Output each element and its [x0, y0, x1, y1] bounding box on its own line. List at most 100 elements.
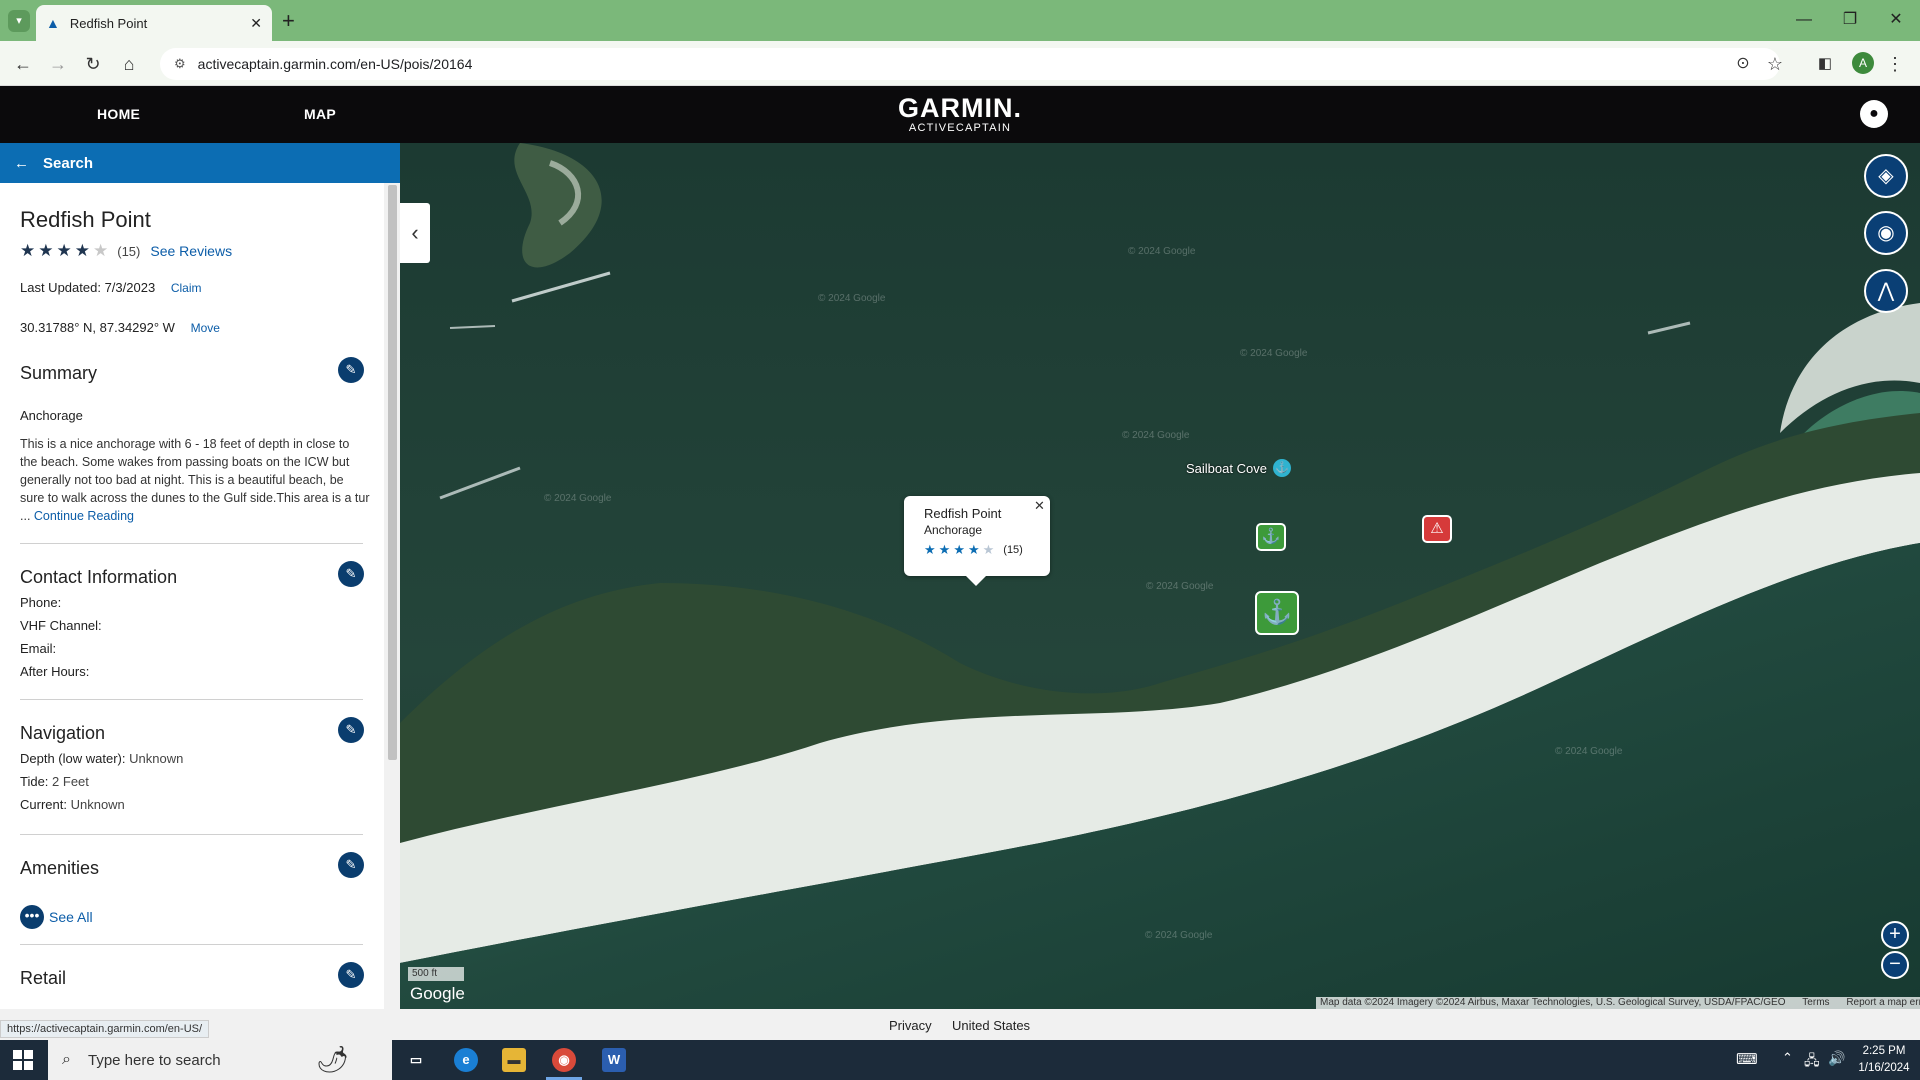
map-view[interactable]: © 2024 Google © 2024 Google © 2024 Googl… — [400, 143, 1920, 1009]
summary-type: Anchorage — [20, 408, 83, 423]
see-all-button[interactable]: ••• See All — [20, 905, 93, 929]
see-reviews-link[interactable]: See Reviews — [150, 243, 232, 259]
site-header: HOME MAP GARMIN. ACTIVECAPTAIN ● — [0, 86, 1920, 143]
plus-icon: + — [1889, 923, 1901, 945]
windows-start-icon[interactable] — [13, 1050, 33, 1070]
task-view-icon[interactable]: ▭ — [404, 1048, 428, 1072]
zoom-in-button[interactable]: + — [1881, 921, 1909, 949]
taskbar-search[interactable]: ⌕ Type here to search 🌶 — [48, 1040, 392, 1080]
logo-brand: GARMIN. — [898, 93, 1022, 123]
divider — [20, 699, 363, 700]
new-tab-icon[interactable]: + — [282, 8, 295, 34]
clock[interactable]: 2:25 PM 1/16/2024 — [1856, 1043, 1912, 1077]
vhf-label: VHF Channel: — [20, 618, 102, 633]
browser-toolbar: ← → ↻ ⌂ ⚙ activecaptain.garmin.com/en-US… — [0, 41, 1920, 86]
minus-icon: − — [1889, 953, 1901, 975]
location-icon[interactable]: ⊙ — [1730, 51, 1756, 77]
tray-chevron-icon[interactable]: ⌃ — [1782, 1050, 1793, 1066]
file-explorer-icon[interactable]: ▬ — [502, 1048, 526, 1072]
retail-title: Retail — [20, 968, 67, 988]
collapse-panel-button[interactable]: ‹ — [400, 203, 430, 263]
map-watermark: © 2024 Google — [1128, 246, 1196, 257]
scale-bar: 500 ft — [408, 967, 464, 981]
edit-contact-button[interactable]: ✎ — [338, 561, 364, 587]
network-icon[interactable]: 🖧 — [1804, 1050, 1820, 1074]
nav-map-link[interactable]: MAP — [304, 106, 336, 122]
hazard-marker[interactable]: ⚠ — [1422, 515, 1452, 543]
account-icon[interactable]: ● — [1860, 100, 1888, 128]
side-panel-icon[interactable]: ◧ — [1812, 51, 1838, 77]
windows-taskbar: ⌕ Type here to search 🌶 ▭ e ▬ ◉ W ⌨ ⌃ 🖧 … — [0, 1040, 1920, 1080]
compass-icon: ◉ — [1877, 222, 1895, 244]
close-window-icon[interactable]: ✕ — [1876, 8, 1916, 32]
move-link[interactable]: Move — [191, 321, 220, 335]
tide-value: 2 Feet — [52, 774, 89, 789]
back-icon[interactable]: ← — [10, 51, 36, 77]
privacy-link[interactable]: Privacy — [889, 1018, 932, 1033]
tab-list-icon[interactable]: ▾ — [8, 10, 30, 32]
star-filled-icon: ★ — [20, 241, 36, 260]
nav-home-link[interactable]: HOME — [97, 106, 140, 122]
tide-row: Tide: 2 Feet — [20, 774, 89, 789]
word-icon[interactable]: W — [602, 1048, 626, 1072]
forward-icon[interactable]: → — [45, 51, 71, 77]
map-watermark: © 2024 Google — [818, 293, 886, 304]
last-updated-label: Last Updated: — [20, 280, 101, 295]
edit-summary-button[interactable]: ✎ — [338, 357, 364, 383]
rating-row: ★ ★ ★ ★ ★ (15) See Reviews — [20, 241, 232, 261]
map-layers-button[interactable]: ◈ — [1864, 154, 1908, 198]
volume-icon[interactable]: 🔊 — [1828, 1050, 1845, 1067]
star-filled-icon: ★ — [967, 542, 980, 557]
reload-icon[interactable]: ↻ — [80, 51, 106, 77]
see-all-label: See All — [49, 909, 93, 925]
clock-date: 1/16/2024 — [1858, 1062, 1910, 1074]
pencil-icon: ✎ — [345, 967, 357, 982]
profile-avatar[interactable]: A — [1852, 52, 1874, 74]
logo-sub: ACTIVECAPTAIN — [908, 122, 1012, 134]
zoom-out-button[interactable]: − — [1881, 951, 1909, 979]
panel-scrollbar-thumb[interactable] — [388, 185, 397, 760]
contact-title: Contact Information — [20, 567, 178, 587]
edit-retail-button[interactable]: ✎ — [338, 962, 364, 988]
country-link[interactable]: United States — [952, 1018, 1030, 1033]
back-to-search-button[interactable]: ← Search — [0, 143, 400, 183]
divider — [20, 834, 363, 835]
satellite-imagery — [400, 143, 1920, 1009]
home-icon[interactable]: ⌂ — [116, 51, 142, 77]
browser-tab[interactable]: ▲ Redfish Point ✕ — [36, 5, 272, 41]
popup-close-icon[interactable]: ✕ — [1034, 498, 1045, 514]
report-map-error-link[interactable]: Report a map error — [1846, 997, 1920, 1008]
layers-icon: ◈ — [1878, 165, 1894, 187]
site-info-icon[interactable]: ⚙ — [174, 56, 186, 72]
sailboat-cove-label[interactable]: Sailboat Cove ⚓ — [1186, 459, 1291, 477]
bookmark-star-icon[interactable]: ☆ — [1762, 51, 1788, 77]
restore-icon[interactable]: ❐ — [1830, 8, 1870, 32]
marina-pin-icon: ⚓ — [1272, 459, 1291, 477]
edit-navigation-button[interactable]: ✎ — [338, 717, 364, 743]
anchorage-marker[interactable]: ⚓ — [1256, 523, 1286, 551]
browser-menu-icon[interactable]: ⋮ — [1882, 51, 1908, 77]
garmin-logo[interactable]: GARMIN. ACTIVECAPTAIN — [890, 94, 1030, 134]
compass-button[interactable]: ◉ — [1864, 211, 1908, 255]
last-updated-row: Last Updated: 7/3/2023 Claim — [20, 280, 201, 295]
address-bar[interactable]: ⚙ activecaptain.garmin.com/en-US/pois/20… — [160, 48, 1780, 80]
chrome-icon[interactable]: ◉ — [552, 1048, 576, 1072]
edit-amenities-button[interactable]: ✎ — [338, 852, 364, 878]
claim-link[interactable]: Claim — [171, 281, 202, 295]
minimize-icon[interactable]: — — [1784, 8, 1824, 32]
tab-close-icon[interactable]: ✕ — [250, 15, 262, 32]
star-empty-icon: ★ — [93, 241, 109, 260]
back-arrow-icon: ← — [14, 154, 29, 172]
sailboat-cove-text: Sailboat Cove — [1186, 460, 1267, 476]
anchorage-marker[interactable]: ⚓ — [1255, 591, 1299, 635]
after-hours-label: After Hours: — [20, 664, 90, 679]
keyboard-icon[interactable]: ⌨ — [1736, 1050, 1758, 1068]
star-empty-icon: ★ — [982, 542, 995, 557]
route-tool-button[interactable]: ⋀ — [1864, 269, 1908, 313]
pepper-search-highlight-icon: 🌶 — [316, 1044, 350, 1074]
continue-reading-link[interactable]: Continue Reading — [34, 509, 134, 523]
poi-popup[interactable]: Redfish Point Anchorage ★ ★ ★ ★ ★ (15) ✕ — [904, 496, 1050, 586]
edge-icon[interactable]: e — [454, 1048, 478, 1072]
terms-link[interactable]: Terms — [1802, 997, 1829, 1008]
clock-time: 2:25 PM — [1862, 1045, 1906, 1057]
